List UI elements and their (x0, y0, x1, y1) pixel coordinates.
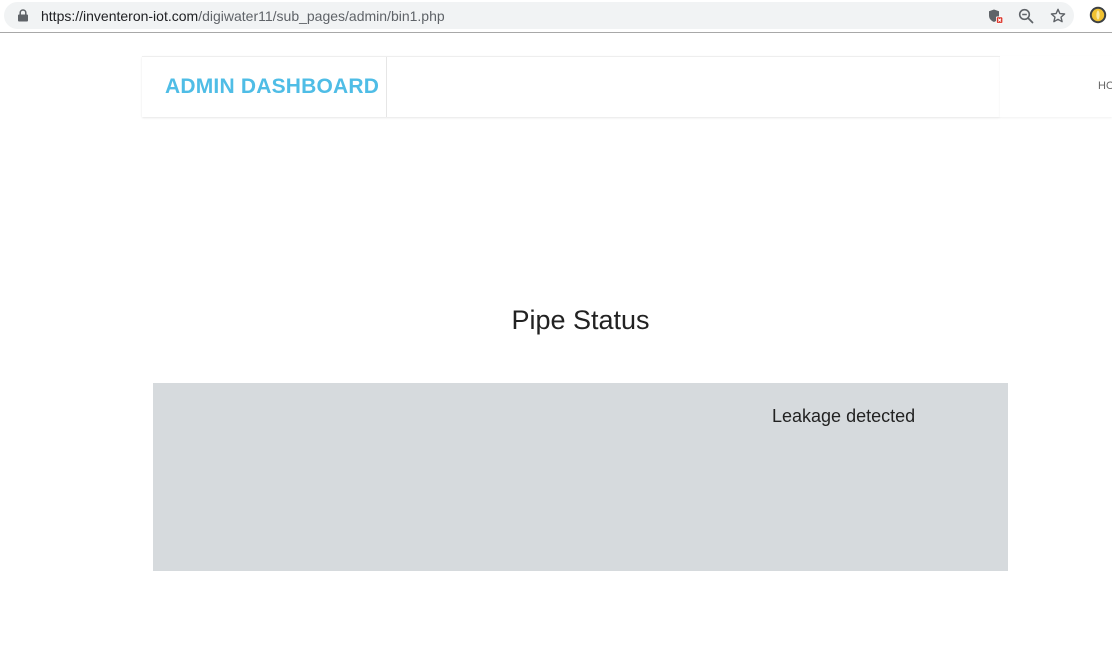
shield-blocked-icon[interactable] (988, 8, 1004, 24)
pipe-status-panel: Leakage detected (153, 383, 1008, 571)
address-bar[interactable]: https://inventeron-iot.com/digiwater11/s… (4, 2, 1074, 29)
page-title: Pipe Status (511, 305, 650, 335)
extension-icon[interactable] (1089, 6, 1107, 24)
bookmark-star-icon[interactable] (1050, 8, 1066, 24)
header-nav: HO (1000, 56, 1112, 117)
url-path: /digiwater11/sub_pages/admin/bin1.php (198, 8, 445, 24)
url-text[interactable]: https://inventeron-iot.com/digiwater11/s… (41, 8, 445, 24)
nav-home-link[interactable]: HO (1098, 80, 1112, 92)
site-header: ADMIN DASHBOARD (142, 56, 1000, 117)
status-message: Leakage detected (772, 406, 916, 426)
brand-title[interactable]: ADMIN DASHBOARD (165, 75, 379, 99)
zoom-out-icon[interactable] (1018, 8, 1034, 24)
url-host: https://inventeron-iot.com (41, 8, 199, 24)
lock-icon[interactable] (17, 9, 29, 22)
brand[interactable]: ADMIN DASHBOARD (142, 57, 387, 117)
browser-toolbar: https://inventeron-iot.com/digiwater11/s… (0, 0, 1112, 33)
